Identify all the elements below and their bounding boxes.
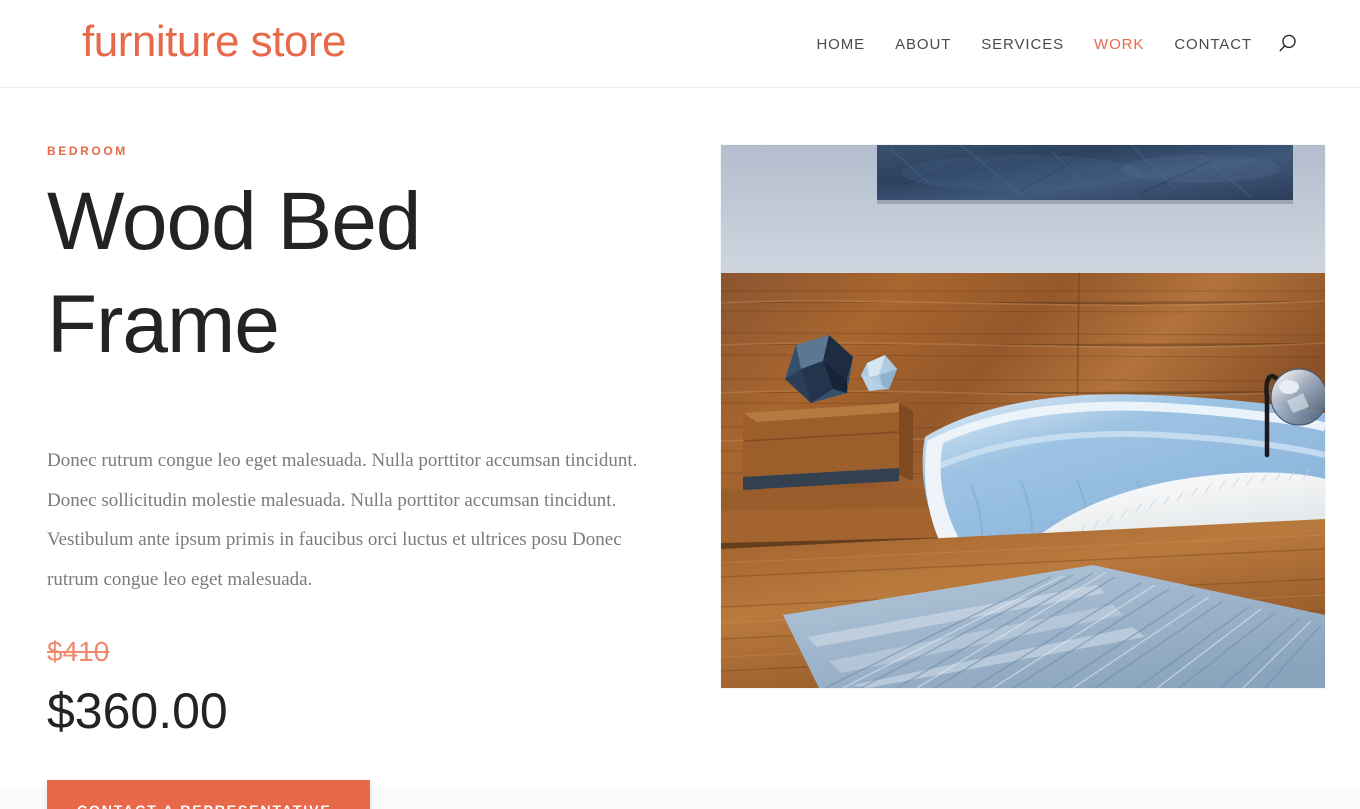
nav-item-about[interactable]: ABOUT (895, 36, 951, 53)
product-page: BEDROOM Wood Bed Frame Donec rutrum cong… (0, 88, 1360, 809)
product-category: BEDROOM (47, 144, 128, 158)
contact-representative-button[interactable]: CONTACT A REPRESENTATIVE (47, 780, 370, 809)
product-details: BEDROOM Wood Bed Frame Donec rutrum cong… (47, 144, 657, 809)
main-navigation: HOME ABOUT SERVICES WORK CONTACT (816, 0, 1252, 88)
nav-item-home[interactable]: HOME (816, 36, 865, 53)
nav-item-work[interactable]: WORK (1094, 36, 1144, 53)
nav-item-contact[interactable]: CONTACT (1174, 36, 1252, 53)
search-button[interactable] (1272, 30, 1302, 60)
bedroom-photo-illustration (721, 145, 1325, 688)
site-header: furniture store HOME ABOUT SERVICES WORK… (0, 0, 1360, 88)
price-original: $410 (47, 636, 110, 668)
price-current: $360.00 (47, 683, 228, 740)
page-title: Wood Bed Frame (47, 176, 421, 371)
product-description: Donec rutrum congue leo eget malesuada. … (47, 449, 638, 591)
site-logo[interactable]: furniture store (82, 16, 346, 68)
search-icon (1276, 33, 1298, 58)
nav-item-services[interactable]: SERVICES (981, 36, 1064, 53)
product-image (721, 145, 1325, 688)
